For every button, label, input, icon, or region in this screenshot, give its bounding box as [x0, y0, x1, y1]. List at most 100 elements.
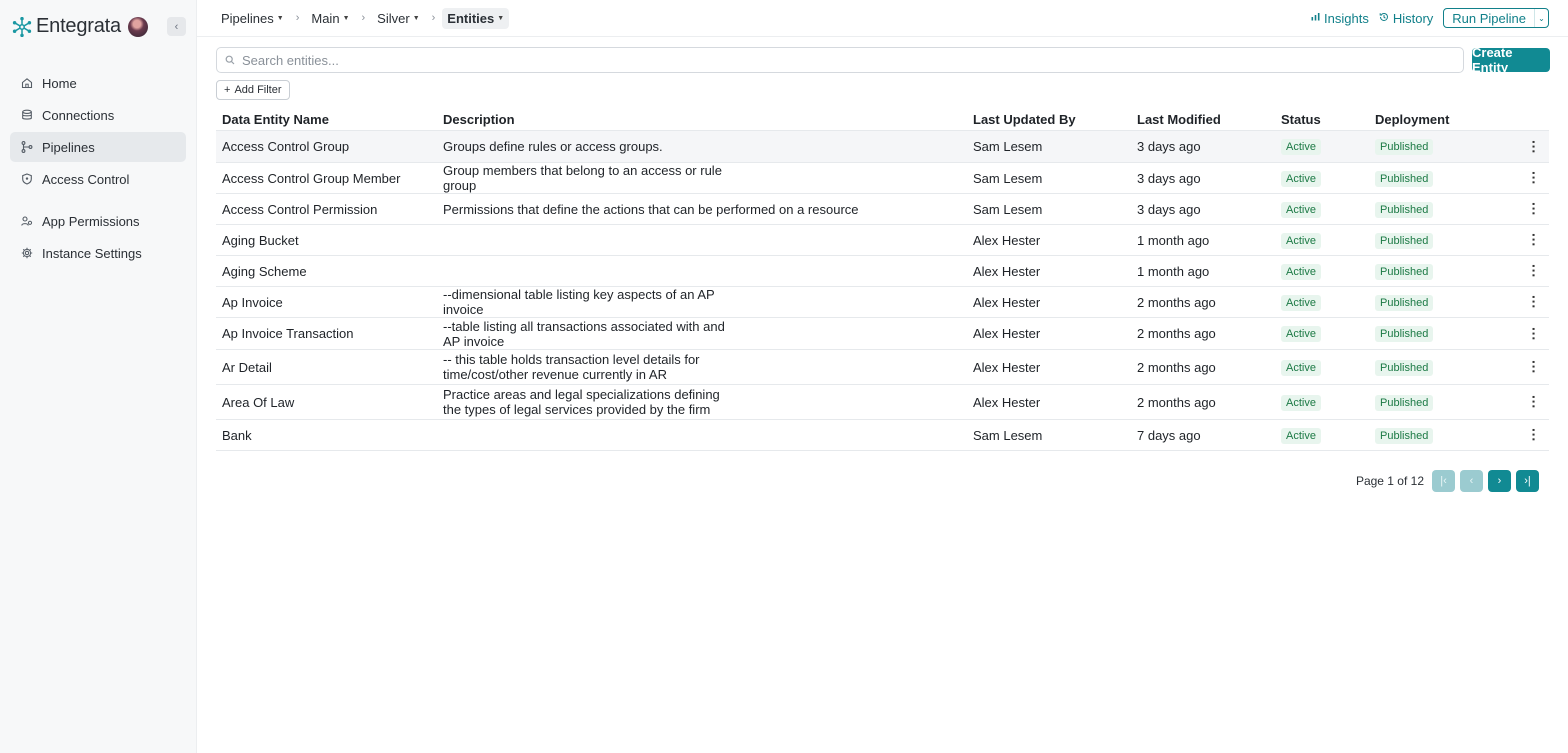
run-pipeline-button[interactable]: Run Pipeline ⌄: [1443, 8, 1549, 28]
updated-by: Alex Hester: [973, 294, 1041, 310]
updated-by: Sam Lesem: [973, 427, 1043, 443]
table-header: Data Entity Name Description Last Update…: [216, 108, 1549, 130]
table-row[interactable]: Bank Sam Lesem 7 days ago Active Publish…: [216, 419, 1549, 451]
table-row[interactable]: Aging Bucket Alex Hester 1 month ago Act…: [216, 224, 1549, 255]
more-options-icon[interactable]: ···: [1526, 264, 1542, 278]
entity-name[interactable]: Access Control Group Member: [216, 171, 443, 186]
updated-by: Alex Hester: [973, 263, 1041, 279]
next-page-button[interactable]: ›: [1488, 470, 1511, 492]
breadcrumb-silver[interactable]: Silver ▼: [372, 8, 424, 29]
table-row[interactable]: Access Control Permission Permissions th…: [216, 193, 1549, 224]
breadcrumb-label: Main: [311, 10, 340, 26]
column-header-deployment[interactable]: Deployment: [1369, 112, 1519, 127]
status-badge: Active: [1281, 263, 1321, 280]
entity-name[interactable]: Ap Invoice Transaction: [216, 326, 443, 341]
updated-by: Sam Lesem: [973, 170, 1043, 186]
more-options-icon[interactable]: ···: [1526, 327, 1542, 341]
sidebar: Entegrata ‹ Home Connections Pipelines A…: [0, 0, 197, 753]
status-badge: Active: [1281, 427, 1321, 444]
nav-divider: [10, 196, 186, 206]
caret-down-icon: ▼: [497, 14, 505, 22]
entity-name[interactable]: Aging Scheme: [216, 264, 443, 279]
entity-name[interactable]: Aging Bucket: [216, 233, 443, 248]
sidebar-item-pipelines[interactable]: Pipelines: [10, 132, 186, 162]
status-badge: Active: [1281, 170, 1321, 187]
entity-description: Practice areas and legal specializations…: [443, 387, 720, 417]
prev-page-button[interactable]: ‹: [1460, 470, 1483, 492]
table-row[interactable]: Ap Invoice Transaction --table listing a…: [216, 317, 1549, 349]
snowflake-logo-icon: [12, 16, 32, 37]
more-options-icon[interactable]: ···: [1526, 360, 1542, 374]
entity-description: -- this table holds transaction level de…: [443, 352, 700, 382]
deployment-badge: Published: [1375, 326, 1434, 342]
entity-name[interactable]: Ar Detail: [216, 360, 443, 375]
breadcrumb-main[interactable]: Main ▼: [306, 8, 354, 29]
create-entity-button[interactable]: Create Entity: [1472, 45, 1550, 75]
gear-icon: [21, 247, 33, 259]
table-row[interactable]: Access Control Group Member Group member…: [216, 162, 1549, 193]
pipeline-icon: [21, 141, 33, 153]
chevron-right-icon: ›: [295, 12, 300, 24]
sidebar-item-label: App Permissions: [42, 213, 140, 229]
brand-name: Entegrata: [36, 15, 121, 37]
add-filter-button[interactable]: + Add Filter: [216, 80, 290, 100]
column-header-updated-by[interactable]: Last Updated By: [967, 112, 1131, 127]
column-header-status[interactable]: Status: [1275, 112, 1369, 127]
insights-button[interactable]: Insights: [1311, 11, 1369, 26]
first-page-button[interactable]: |‹: [1432, 470, 1455, 492]
entity-name[interactable]: Ap Invoice: [216, 295, 443, 310]
more-options-icon[interactable]: ···: [1526, 233, 1542, 247]
sidebar-item-app-permissions[interactable]: App Permissions: [10, 206, 186, 236]
avatar[interactable]: [128, 17, 148, 37]
entity-name[interactable]: Bank: [216, 428, 443, 443]
search-input[interactable]: [242, 52, 1442, 68]
more-options-icon[interactable]: ···: [1526, 140, 1542, 154]
run-pipeline-label: Run Pipeline: [1452, 11, 1526, 26]
main-content: Pipelines ▼ › Main ▼ › Silver ▼ › Entiti…: [197, 0, 1568, 753]
updated-by: Alex Hester: [973, 232, 1041, 248]
history-icon: [1379, 12, 1389, 25]
breadcrumb-entities[interactable]: Entities ▼: [442, 7, 510, 29]
table-row[interactable]: Ar Detail -- this table holds transactio…: [216, 349, 1549, 384]
table-row[interactable]: Aging Scheme Alex Hester 1 month ago Act…: [216, 255, 1549, 286]
chevron-left-icon: ‹: [1469, 475, 1474, 487]
column-header-modified[interactable]: Last Modified: [1131, 112, 1275, 127]
sidebar-item-home[interactable]: Home: [10, 68, 186, 98]
search-box[interactable]: [216, 47, 1464, 73]
brand[interactable]: Entegrata: [12, 15, 121, 38]
last-page-button[interactable]: ›|: [1516, 470, 1539, 492]
chevron-down-icon[interactable]: ⌄: [1534, 9, 1548, 27]
table-row[interactable]: Area Of Law Practice areas and legal spe…: [216, 384, 1549, 419]
more-options-icon[interactable]: ···: [1526, 295, 1542, 309]
updated-by: Sam Lesem: [973, 139, 1043, 154]
breadcrumb-pipelines[interactable]: Pipelines ▼: [216, 8, 289, 29]
entities-table: Data Entity Name Description Last Update…: [216, 108, 1549, 451]
users-icon: [21, 215, 33, 227]
sidebar-item-access-control[interactable]: Access Control: [10, 164, 186, 194]
history-button[interactable]: History: [1379, 11, 1433, 26]
more-options-icon[interactable]: ···: [1526, 171, 1542, 185]
plus-icon: +: [224, 84, 231, 96]
table-row[interactable]: Ap Invoice --dimensional table listing k…: [216, 286, 1549, 317]
entity-name[interactable]: Access Control Permission: [216, 202, 443, 217]
collapse-sidebar-button[interactable]: ‹: [167, 17, 186, 36]
deployment-badge: Published: [1375, 232, 1434, 249]
last-modified: 3 days ago: [1137, 170, 1201, 186]
history-label: History: [1392, 10, 1434, 26]
more-options-icon[interactable]: ···: [1526, 395, 1542, 409]
updated-by: Alex Hester: [973, 326, 1041, 341]
column-header-name[interactable]: Data Entity Name: [216, 112, 443, 127]
more-options-icon[interactable]: ···: [1526, 202, 1542, 216]
sidebar-item-instance-settings[interactable]: Instance Settings: [10, 238, 186, 268]
last-page-icon: ›|: [1524, 475, 1531, 487]
more-options-icon[interactable]: ···: [1526, 428, 1542, 442]
sidebar-item-connections[interactable]: Connections: [10, 100, 186, 130]
entity-name[interactable]: Access Control Group: [216, 139, 443, 154]
table-row[interactable]: Access Control Group Groups define rules…: [216, 130, 1549, 162]
entity-name[interactable]: Area Of Law: [216, 395, 443, 410]
column-header-description[interactable]: Description: [443, 112, 967, 127]
caret-down-icon: ▼: [412, 14, 420, 22]
last-modified: 2 months ago: [1137, 326, 1216, 341]
entity-description: --table listing all transactions associa…: [443, 318, 725, 349]
search-row: Create Entity: [216, 45, 1550, 75]
